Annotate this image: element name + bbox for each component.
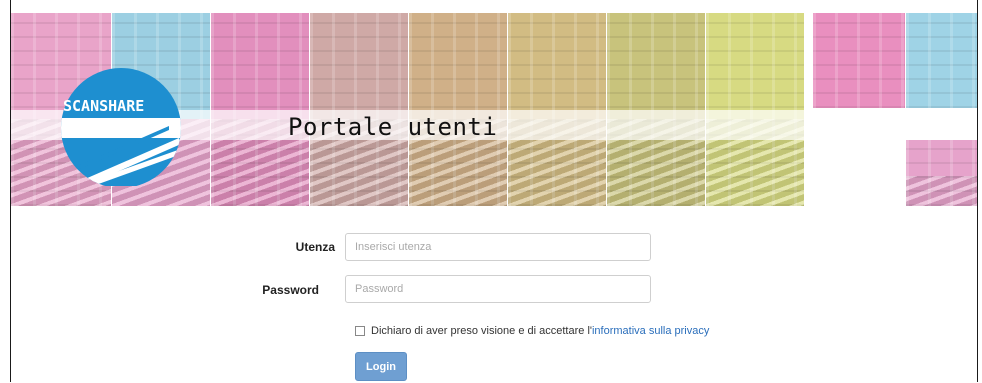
password-label: Password [262, 283, 319, 297]
scanshare-logo: SCANSHARE [61, 68, 181, 186]
page-title: Portale utenti [288, 113, 498, 141]
logo-text: SCANSHARE [63, 97, 144, 115]
banner-tile [906, 13, 977, 108]
login-button[interactable]: Login [355, 352, 407, 381]
password-input[interactable] [345, 275, 651, 303]
login-page: Portale utenti SCANSHARE Utenza Password… [10, 0, 978, 382]
privacy-checkbox[interactable] [355, 326, 365, 336]
privacy-row: Dichiaro di aver preso visione e di acce… [355, 325, 709, 337]
banner-tile [813, 13, 905, 108]
username-label: Utenza [295, 240, 335, 254]
username-input[interactable] [345, 233, 651, 261]
header-banner: Portale utenti SCANSHARE [11, 13, 977, 206]
banner-tile [906, 140, 977, 206]
privacy-text: Dichiaro di aver preso visione e di acce… [371, 325, 592, 337]
privacy-link[interactable]: informativa sulla privacy [592, 325, 709, 337]
